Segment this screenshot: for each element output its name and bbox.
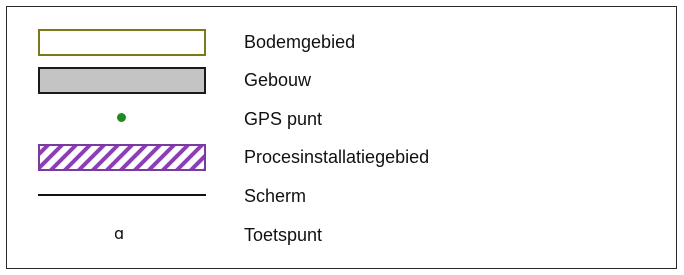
line-icon: [38, 194, 206, 196]
hatch-pattern: [39, 145, 205, 170]
legend-label: Gebouw: [244, 70, 312, 90]
legend-label: Procesinstallatiegebied: [244, 147, 430, 167]
legend-item-scherm: Scherm: [7, 181, 676, 219]
gebouw-symbol: [38, 67, 206, 94]
green-dot-icon: [117, 113, 126, 122]
map-legend: Bodemgebied Gebouw GPS punt Procesinstal…: [6, 6, 677, 269]
procesinstallatiegebied-symbol: [38, 144, 206, 171]
test-point-icon: ɑ: [114, 224, 125, 243]
legend-label: Bodemgebied: [244, 32, 356, 52]
toetspunt-symbol: ɑ: [38, 220, 206, 250]
legend-item-gebouw: Gebouw: [7, 65, 676, 103]
scherm-symbol: [38, 181, 206, 211]
legend-label: Toetspunt: [244, 225, 323, 245]
legend-item-toetspunt: ɑ Toetspunt: [7, 220, 676, 258]
legend-label: GPS punt: [244, 109, 323, 129]
gps-punt-symbol: [38, 104, 206, 134]
legend-item-bodemgebied: Bodemgebied: [7, 27, 676, 65]
legend-item-procesinstallatiegebied: Procesinstallatiegebied: [7, 142, 676, 180]
legend-label: Scherm: [244, 186, 307, 206]
bodemgebied-symbol: [38, 29, 206, 56]
legend-item-gps-punt: GPS punt: [7, 104, 676, 142]
